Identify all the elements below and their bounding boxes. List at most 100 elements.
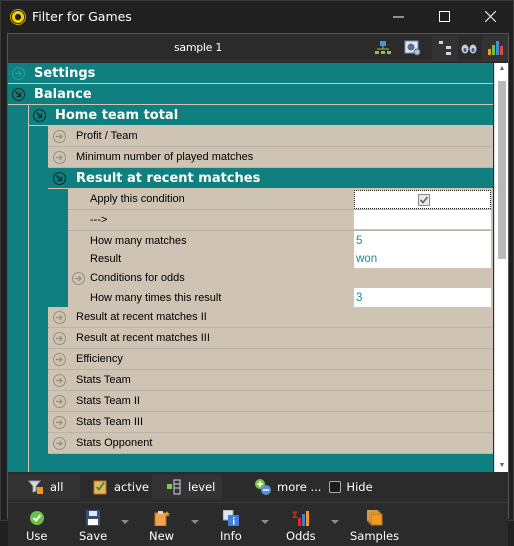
tree-item-stats-team[interactable]: Stats Team <box>48 370 493 391</box>
maximize-icon <box>438 11 450 22</box>
chart-button[interactable] <box>482 35 508 60</box>
more-button[interactable]: more ... <box>254 475 321 499</box>
level-icon <box>167 479 181 495</box>
expand-arrow-icon <box>53 415 66 429</box>
expand-arrow-icon <box>53 394 66 408</box>
vertical-scrollbar[interactable]: ▲ ▼ <box>494 63 508 472</box>
collapse-arrow-icon <box>53 171 66 185</box>
item-label: Efficiency <box>76 353 123 365</box>
info-button[interactable]: Info <box>220 509 242 543</box>
tab-level[interactable]: level <box>152 475 222 499</box>
expand-arrow-icon <box>53 150 66 164</box>
group-label: Balance <box>34 86 92 102</box>
tree-item-stats-team-2[interactable]: Stats Team II <box>48 391 493 412</box>
scroll-up-icon[interactable]: ▲ <box>498 65 506 73</box>
add-remove-icon <box>255 479 271 495</box>
expand-arrow-icon <box>53 436 66 450</box>
new-label: New <box>149 529 175 543</box>
expand-arrow-icon <box>53 331 66 345</box>
find-button[interactable] <box>456 35 482 60</box>
item-label: Stats Team III <box>76 416 144 428</box>
filter-tree: Settings Balance Home team total Profit … <box>8 63 493 472</box>
result-field[interactable]: won <box>354 249 491 268</box>
condition-label: Apply this condition <box>90 193 185 205</box>
tree-item-stats-opponent[interactable]: Stats Opponent <box>48 433 493 454</box>
new-document-icon <box>154 511 170 526</box>
save-button[interactable]: Save <box>79 509 107 543</box>
tree-item-stats-team-3[interactable]: Stats Team III <box>48 412 493 433</box>
checkbox[interactable] <box>417 193 430 206</box>
more-label: more ... <box>277 480 322 494</box>
odds-button[interactable]: Σ Odds <box>286 509 316 543</box>
tree-item-result-recent-2[interactable]: Result at recent matches II <box>48 307 493 328</box>
app-icon <box>10 8 26 25</box>
group-label: Result at recent matches <box>76 170 261 186</box>
tree-item-profit-team[interactable]: Profit / Team <box>48 126 493 147</box>
filter-icon <box>28 480 43 494</box>
view-tabs: all active level more ... Hide <box>8 474 508 500</box>
group-label: Settings <box>34 65 96 81</box>
close-button[interactable] <box>467 1 513 32</box>
network-icon <box>375 40 391 54</box>
tree-group-result-recent[interactable]: Result at recent matches <box>48 168 493 189</box>
window-title: Filter for Games <box>32 9 132 24</box>
checkmark-icon <box>419 195 428 204</box>
expand-arrow-icon <box>53 129 66 143</box>
new-button[interactable]: New <box>149 509 174 543</box>
check-circle-icon <box>29 511 44 525</box>
expand-arrow-icon <box>53 373 66 387</box>
arrow-value-field[interactable] <box>354 210 491 229</box>
item-label: Stats Team <box>76 374 131 386</box>
expand-arrow-icon <box>72 271 85 285</box>
tree-group-balance[interactable]: Balance <box>8 84 493 105</box>
tab-active[interactable]: active <box>80 475 152 499</box>
filter-panel: sample 1 Settings Balance Home team tota… <box>7 33 509 546</box>
tree-group-settings[interactable]: Settings <box>8 63 493 84</box>
maximize-button[interactable] <box>421 1 467 32</box>
group-label: Home team total <box>55 107 179 123</box>
scroll-down-icon[interactable]: ▼ <box>498 462 506 470</box>
bottom-toolbar: Use Save New Info Σ Odds Samples <box>8 502 508 546</box>
tree-item-result-recent-3[interactable]: Result at recent matches III <box>48 328 493 349</box>
samples-icon <box>366 510 383 526</box>
collapse-arrow-icon <box>12 87 25 101</box>
checklist-icon <box>93 480 107 495</box>
panel-header: sample 1 <box>8 34 508 61</box>
scrollbar-thumb[interactable] <box>498 81 506 259</box>
save-label: Save <box>79 529 108 543</box>
close-icon <box>484 11 496 22</box>
samples-label: Samples <box>350 529 400 543</box>
item-label: Conditions for odds <box>90 272 185 284</box>
condition-label: How many times this result <box>90 292 222 304</box>
tab-label: level <box>188 480 216 494</box>
tab-all[interactable]: all <box>8 475 80 499</box>
settings-window-icon <box>404 40 421 55</box>
samples-button[interactable]: Samples <box>350 509 399 543</box>
network-button[interactable] <box>370 35 396 60</box>
odds-label: Odds <box>286 529 316 543</box>
how-many-times-field[interactable]: 3 <box>354 288 491 307</box>
window-settings-button[interactable] <box>400 35 426 60</box>
tree-structure-button[interactable] <box>432 35 458 60</box>
how-many-matches-field[interactable]: 5 <box>354 231 491 250</box>
sample-name: sample 1 <box>173 41 223 54</box>
condition-label: Result <box>90 253 122 265</box>
info-icon <box>222 510 239 526</box>
use-button[interactable]: Use <box>26 509 47 543</box>
hide-checkbox[interactable] <box>329 481 342 493</box>
minimize-icon <box>392 16 404 18</box>
tree-group-home-team-total[interactable]: Home team total <box>28 105 493 126</box>
tree-item-minimum-matches[interactable]: Minimum number of played matches <box>48 147 493 168</box>
minimize-button[interactable] <box>375 1 421 32</box>
save-icon <box>86 510 101 526</box>
item-label: Stats Team II <box>76 395 140 407</box>
filter-window: Filter for Games sample 1 Settings Balan… <box>0 0 514 546</box>
hide-toggle[interactable]: Hide <box>329 475 373 499</box>
apply-condition-checkbox[interactable] <box>354 190 491 209</box>
condition-label: ---> <box>90 214 108 226</box>
title-bar: Filter for Games <box>1 1 513 32</box>
tree-item-conditions-for-odds[interactable]: Conditions for odds <box>68 268 493 289</box>
bar-chart-icon <box>488 40 503 55</box>
expand-arrow-icon <box>53 310 66 324</box>
tree-item-efficiency[interactable]: Efficiency <box>48 349 493 370</box>
